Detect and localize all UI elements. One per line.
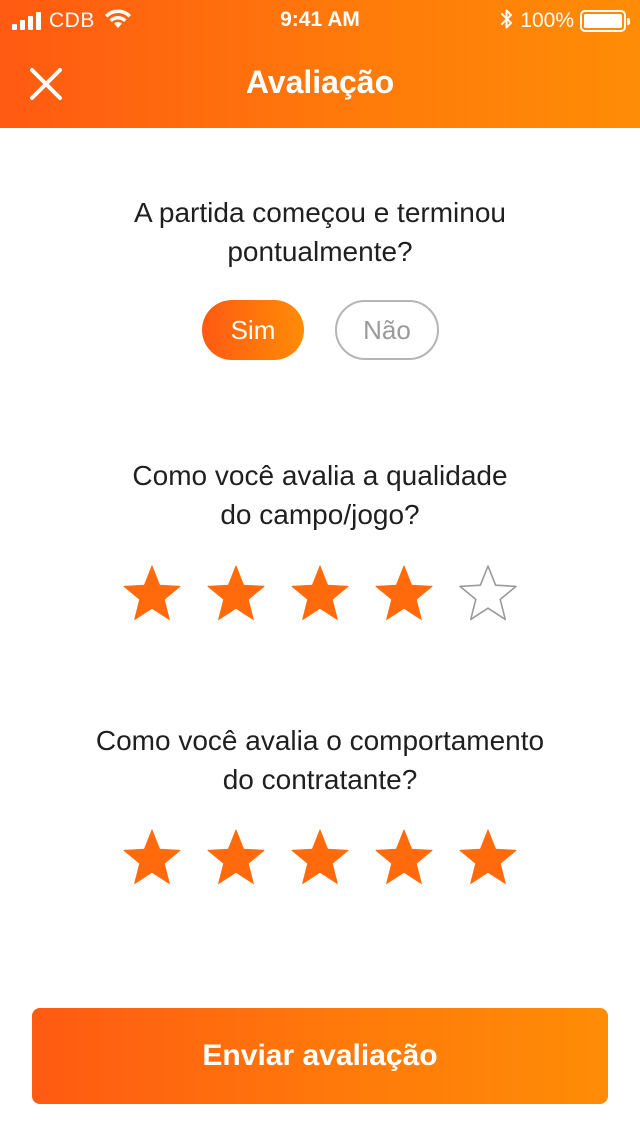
battery-level-fill <box>584 14 622 28</box>
star-filled-icon <box>291 565 349 620</box>
star-filled-icon <box>375 829 433 884</box>
no-option-button[interactable]: Não <box>335 300 439 360</box>
contractor-behavior-star-4[interactable] <box>372 826 436 890</box>
battery-percentage: 100% <box>520 9 574 32</box>
punctuality-question: A partida começou e terminou pontualment… <box>40 193 600 271</box>
field-quality-star-3[interactable] <box>288 562 352 626</box>
contractor-behavior-question-line1: Como você avalia o comportamento <box>95 725 545 756</box>
field-quality-rating <box>120 562 520 626</box>
star-filled-icon <box>207 829 265 884</box>
star-filled-icon <box>375 565 433 620</box>
contractor-behavior-question: Como você avalia o comportamento do cont… <box>40 721 600 799</box>
status-bar: CDB 9:41 AM 100% <box>0 0 640 40</box>
punctuality-question-line1: A partida começou e terminou <box>134 197 506 228</box>
star-filled-icon <box>291 829 349 884</box>
field-quality-question-line2: do campo/jogo? <box>220 499 420 530</box>
page-title: Avaliação <box>245 64 395 100</box>
contractor-behavior-star-5[interactable] <box>456 826 520 890</box>
star-filled-icon <box>459 829 517 884</box>
punctuality-question-line2: pontualmente? <box>227 236 413 267</box>
field-quality-question-line1: Como você avalia a qualidade <box>132 460 508 491</box>
status-right: 100% <box>500 8 630 35</box>
contractor-behavior-rating <box>120 826 520 890</box>
field-quality-star-2[interactable] <box>204 562 268 626</box>
submit-rating-button[interactable]: Enviar avaliação <box>32 1008 608 1104</box>
contractor-behavior-star-3[interactable] <box>288 826 352 890</box>
app-header: CDB 9:41 AM 100% Avaliação <box>0 0 640 128</box>
bluetooth-icon <box>500 8 514 35</box>
battery-icon <box>580 10 630 32</box>
contractor-behavior-question-line2: do contratante? <box>222 764 418 795</box>
star-filled-icon <box>207 565 265 620</box>
yes-option-button[interactable]: Sim <box>202 300 304 360</box>
field-quality-question: Como você avalia a qualidade do campo/jo… <box>40 456 600 534</box>
field-quality-star-5[interactable] <box>456 562 520 626</box>
star-filled-icon <box>123 565 181 620</box>
contractor-behavior-star-2[interactable] <box>204 826 268 890</box>
field-quality-star-1[interactable] <box>120 562 184 626</box>
star-outline-icon <box>459 565 517 621</box>
field-quality-star-4[interactable] <box>372 562 436 626</box>
contractor-behavior-star-1[interactable] <box>120 826 184 890</box>
navigation-bar: Avaliação <box>0 40 640 128</box>
star-filled-icon <box>123 829 181 884</box>
